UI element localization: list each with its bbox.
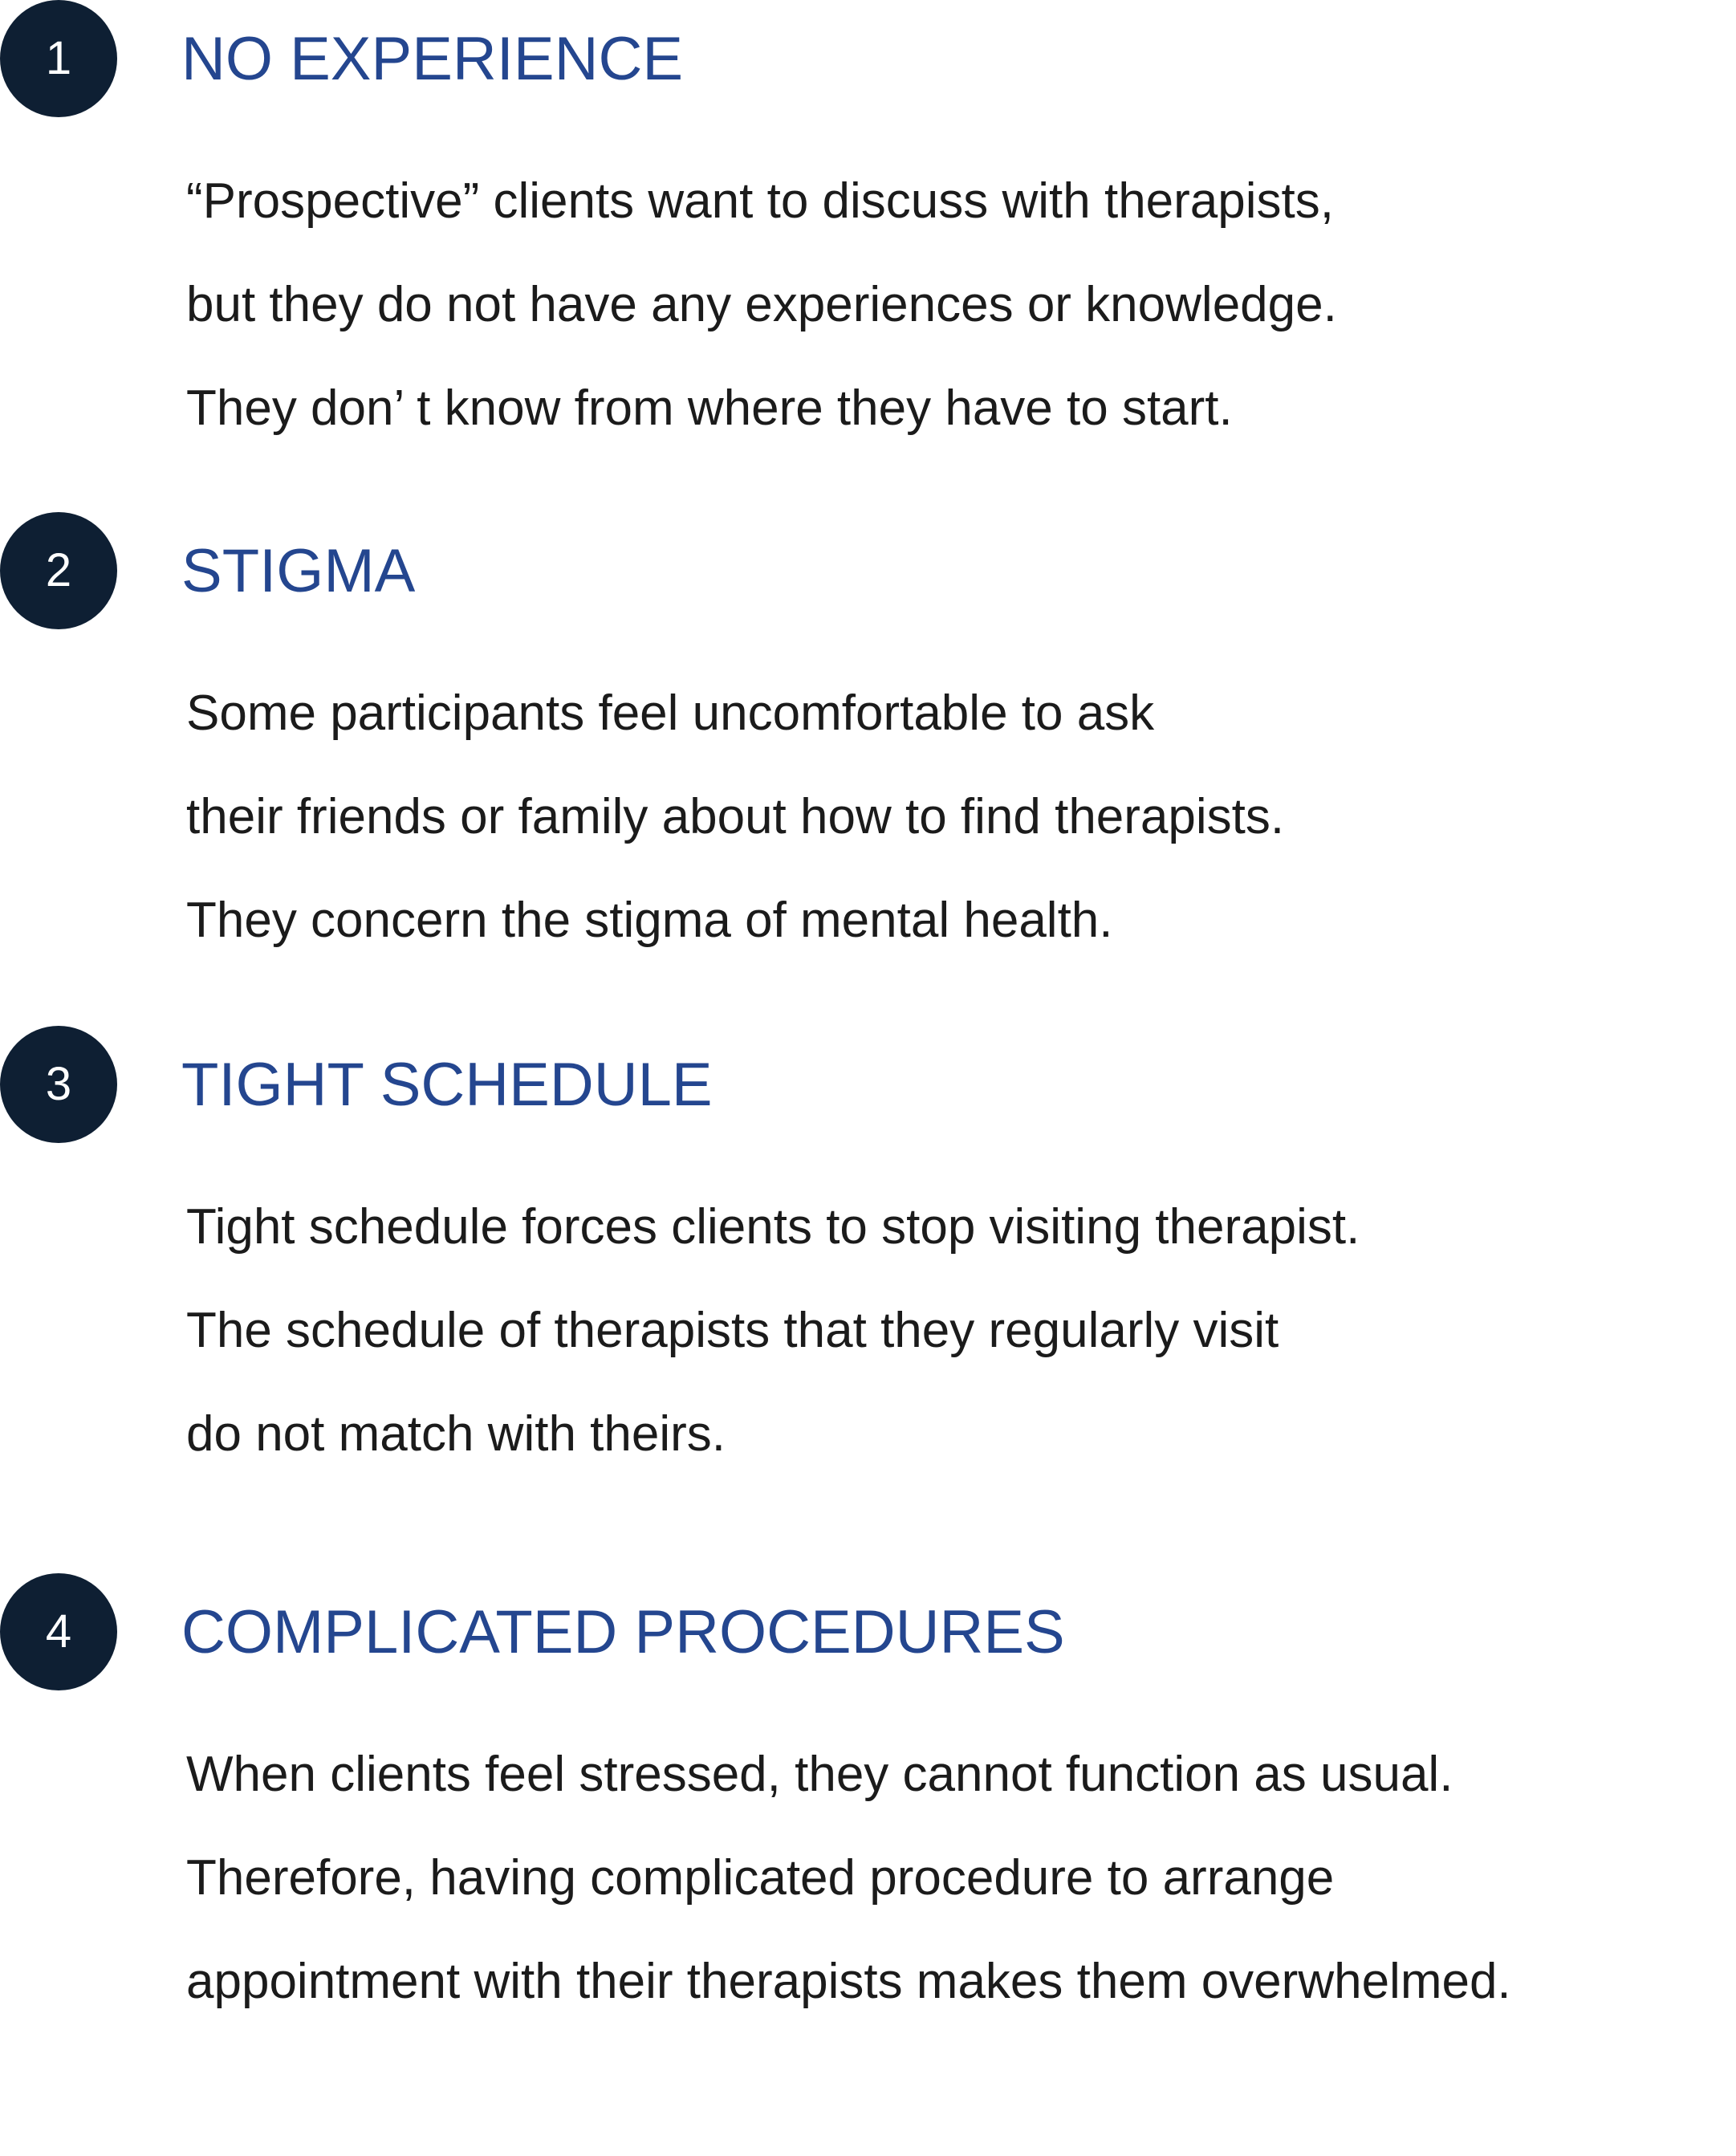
item-title: NO EXPERIENCE	[181, 25, 684, 93]
item-title: STIGMA	[181, 537, 416, 605]
item-description: When clients feel stressed, they cannot …	[186, 1723, 1511, 2033]
item-description: “Prospective” clients want to discuss wi…	[186, 149, 1337, 460]
description-line: “Prospective” clients want to discuss wi…	[186, 173, 1334, 229]
description-line: their friends or family about how to fin…	[186, 789, 1285, 844]
number-badge: 3	[0, 1026, 117, 1143]
number-badge: 2	[0, 512, 117, 629]
description-line: They don’ t know from where they have to…	[186, 380, 1233, 436]
item-title: COMPLICATED PROCEDURES	[181, 1598, 1065, 1666]
number-badge: 1	[0, 0, 117, 117]
description-line: They concern the stigma of mental health…	[186, 893, 1113, 948]
description-line: Therefore, having complicated procedure …	[186, 1850, 1335, 1906]
description-line: appointment with their therapists makes …	[186, 1954, 1511, 2009]
description-line: Some participants feel uncomfortable to …	[186, 685, 1155, 741]
item-description: Some participants feel uncomfortable to …	[186, 661, 1284, 972]
description-line: but they do not have any experiences or …	[186, 277, 1337, 332]
description-line: The schedule of therapists that they reg…	[186, 1303, 1279, 1358]
description-line: do not match with theirs.	[186, 1406, 726, 1462]
number-badge: 4	[0, 1573, 117, 1690]
item-description: Tight schedule forces clients to stop vi…	[186, 1175, 1360, 1486]
description-line: When clients feel stressed, they cannot …	[186, 1747, 1453, 1802]
item-title: TIGHT SCHEDULE	[181, 1051, 713, 1119]
description-line: Tight schedule forces clients to stop vi…	[186, 1199, 1360, 1255]
